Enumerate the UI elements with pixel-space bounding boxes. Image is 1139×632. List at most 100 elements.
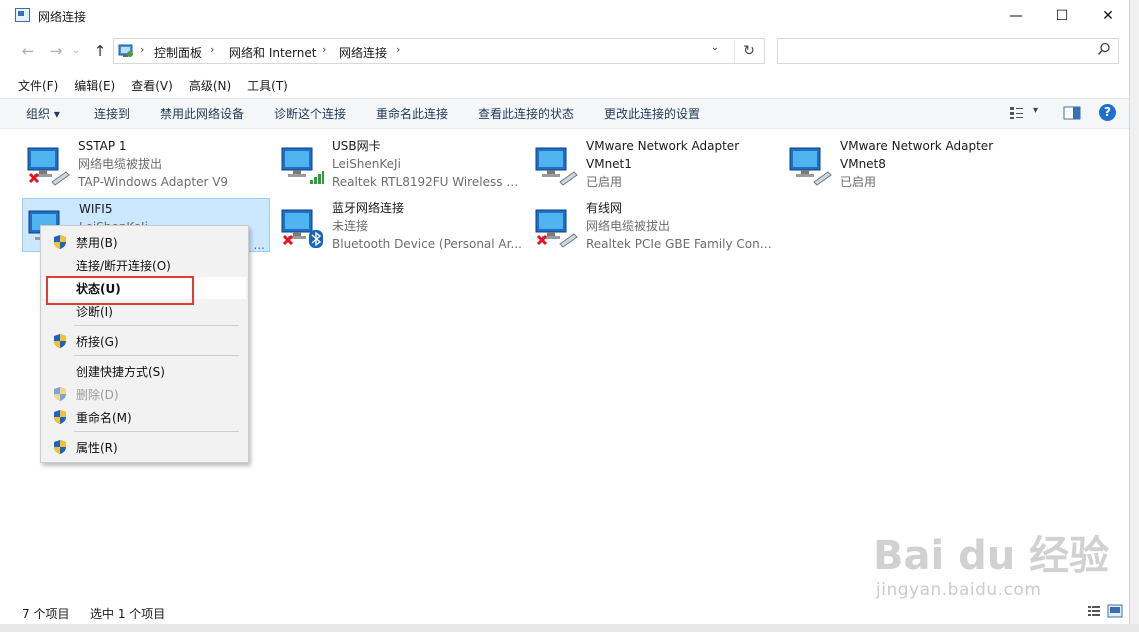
adapter-device: Realtek PCIe GBE Family Contr... (586, 237, 776, 251)
baidu-watermark-url: jingyan.baidu.com (876, 580, 1042, 600)
search-icon[interactable] (1097, 42, 1111, 56)
organize-button[interactable]: 组织 ▾ (26, 105, 60, 122)
recent-locations-chevron-icon[interactable]: ⌄ (70, 41, 82, 61)
change-settings-button[interactable]: 更改此连接的设置 (604, 105, 700, 122)
ctx-disable[interactable]: 禁用(B) (43, 231, 246, 253)
adapter-text: VMware Network Adapter VMnet8 已启用 (840, 137, 1030, 191)
adapter-status: 未连接 (332, 219, 369, 233)
network-adapter-icon (27, 147, 70, 186)
network-adapter-icon (281, 147, 324, 184)
title-bar: 网络连接 — ☐ ✕ (0, 0, 1139, 32)
network-adapter-icon (535, 147, 578, 186)
menu-divider (74, 431, 239, 432)
ctx-label: 重命名(M) (76, 411, 132, 425)
ctx-delete: 删除(D) (43, 383, 246, 405)
uac-shield-icon (54, 235, 66, 249)
window-title: 网络连接 (38, 10, 87, 24)
search-input[interactable] (777, 38, 1119, 64)
uac-shield-icon (54, 387, 66, 401)
adapter-wired[interactable]: 有线网 网络电缆被拔出 Realtek PCIe GBE Family Cont… (530, 198, 778, 252)
breadcrumb-network-connections[interactable]: 网络连接 (339, 44, 387, 61)
adapter-name: 蓝牙网络连接 (332, 201, 405, 215)
adapter-status: VMnet8 (840, 157, 886, 171)
menu-advanced[interactable]: 高级(N) (181, 76, 239, 96)
network-connections-icon (15, 8, 30, 22)
view-status-button[interactable]: 查看此连接的状态 (478, 105, 574, 122)
breadcrumb-network-internet[interactable]: 网络和 Internet (229, 44, 316, 61)
adapter-name: VMware Network Adapter (586, 139, 740, 153)
help-icon[interactable]: ? (1099, 104, 1116, 121)
adapter-text: USB网卡 LeiShenKeJi Realtek RTL8192FU Wire… (332, 137, 522, 191)
item-count: 7 个项目 (22, 607, 70, 621)
adapter-usb-card[interactable]: USB网卡 LeiShenKeJi Realtek RTL8192FU Wire… (276, 136, 524, 190)
ctx-label: 诊断(I) (76, 305, 113, 319)
annotation-highlight-box (46, 276, 194, 305)
adapter-status: 网络电缆被拔出 (586, 219, 671, 233)
network-adapter-icon (535, 209, 578, 248)
adapter-text: 有线网 网络电缆被拔出 Realtek PCIe GBE Family Cont… (586, 199, 776, 253)
breadcrumb-separator: › (396, 43, 401, 56)
menu-edit[interactable]: 编辑(E) (66, 76, 123, 96)
ctx-label: 属性(R) (76, 441, 118, 455)
adapter-status: VMnet1 (586, 157, 632, 171)
command-toolbar: 组织 ▾ 连接到 禁用此网络设备 诊断这个连接 重命名此连接 查看此连接的状态 … (0, 98, 1129, 129)
address-dropdown-chevron-icon[interactable]: ⌄ (706, 42, 724, 53)
background-window-edge (1129, 0, 1139, 632)
menu-view[interactable]: 查看(V) (123, 76, 181, 96)
refresh-icon[interactable]: ↻ (734, 40, 763, 62)
adapter-vmnet1[interactable]: VMware Network Adapter VMnet1 已启用 (530, 136, 778, 190)
connect-to-button[interactable]: 连接到 (94, 105, 130, 122)
network-adapter-icon (789, 147, 832, 186)
adapter-status: LeiShenKeJi (332, 157, 401, 171)
adapter-device: Bluetooth Device (Personal Ar... (332, 237, 522, 251)
details-view-icon[interactable] (1087, 605, 1101, 617)
ctx-label: 禁用(B) (76, 236, 118, 250)
breadcrumb-separator: › (210, 43, 215, 56)
status-bar: 7 个项目 选中 1 个项目 (0, 600, 1129, 624)
change-view-icon[interactable] (1009, 106, 1025, 120)
ctx-bridge[interactable]: 桥接(G) (43, 330, 246, 352)
rename-connection-button[interactable]: 重命名此连接 (376, 105, 448, 122)
menu-tools[interactable]: 工具(T) (239, 76, 296, 96)
view-options-chevron-icon[interactable]: ▾ (1033, 105, 1038, 116)
uac-shield-icon (54, 410, 66, 424)
maximize-button[interactable]: ☐ (1039, 0, 1085, 31)
adapter-name: USB网卡 (332, 139, 381, 153)
adapter-sstap1[interactable]: SSTAP 1 网络电缆被拔出 TAP-Windows Adapter V9 (22, 136, 270, 190)
forward-arrow-icon[interactable]: → (46, 41, 66, 61)
minimize-button[interactable]: — (993, 0, 1039, 31)
adapter-device: TAP-Windows Adapter V9 (78, 175, 229, 189)
adapter-text: SSTAP 1 网络电缆被拔出 TAP-Windows Adapter V9 (78, 137, 268, 191)
large-icons-view-icon[interactable] (1107, 604, 1123, 618)
control-panel-icon (118, 44, 133, 57)
address-bar[interactable]: › 控制面板 › 网络和 Internet › 网络连接 › ⌄ ↻ (113, 38, 765, 64)
ctx-connect-disconnect[interactable]: 连接/断开连接(O) (43, 254, 246, 276)
adapter-vmnet8[interactable]: VMware Network Adapter VMnet8 已启用 (784, 136, 1032, 190)
adapter-device: Realtek RTL8192FU Wireless L... (332, 175, 522, 189)
adapter-status: 网络电缆被拔出 (78, 157, 163, 171)
ctx-rename[interactable]: 重命名(M) (43, 406, 246, 428)
breadcrumb-separator: › (140, 43, 145, 56)
close-button[interactable]: ✕ (1085, 0, 1131, 31)
menu-bar: 文件(F) 编辑(E) 查看(V) 高级(N) 工具(T) (10, 76, 296, 96)
adapter-device: 已启用 (840, 175, 877, 189)
up-arrow-icon[interactable]: ↑ (90, 41, 110, 61)
adapter-name: SSTAP 1 (78, 139, 127, 153)
diagnose-connection-button[interactable]: 诊断这个连接 (274, 105, 346, 122)
menu-divider (74, 325, 239, 326)
ctx-properties[interactable]: 属性(R) (43, 436, 246, 458)
disable-device-button[interactable]: 禁用此网络设备 (160, 105, 244, 122)
menu-divider (74, 355, 239, 356)
breadcrumb-control-panel[interactable]: 控制面板 (154, 44, 202, 61)
adapter-bluetooth[interactable]: 蓝牙网络连接 未连接 Bluetooth Device (Personal Ar… (276, 198, 524, 252)
ctx-create-shortcut[interactable]: 创建快捷方式(S) (43, 360, 246, 382)
network-adapter-icon (281, 209, 323, 248)
back-arrow-icon[interactable]: ← (18, 41, 38, 61)
ctx-label: 创建快捷方式(S) (76, 365, 165, 379)
ctx-label: 桥接(G) (76, 335, 119, 349)
uac-shield-icon (54, 334, 66, 348)
context-menu: 禁用(B) 连接/断开连接(O) 状态(U) 诊断(I) 桥接(G) 创建快捷方… (40, 225, 249, 463)
menu-file[interactable]: 文件(F) (10, 76, 66, 96)
background-window-edge (0, 624, 1139, 632)
preview-pane-icon[interactable] (1063, 106, 1081, 120)
